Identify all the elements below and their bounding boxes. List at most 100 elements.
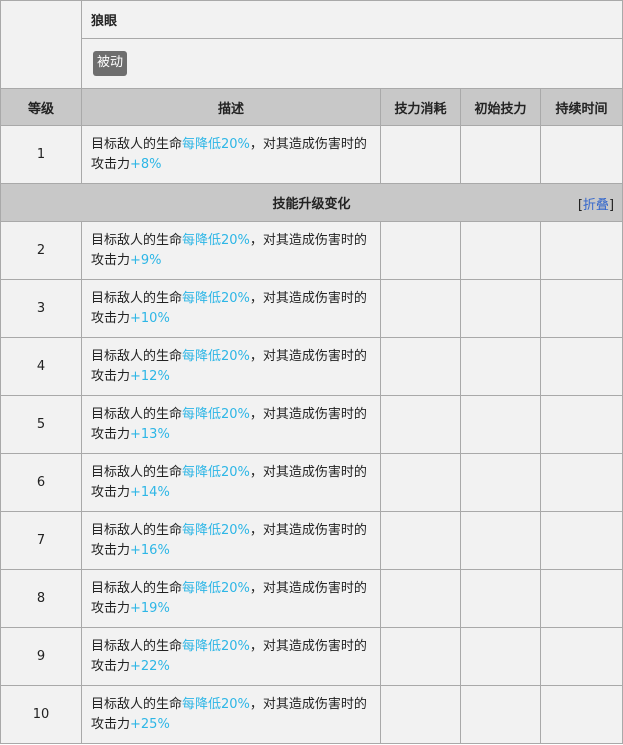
duration-cell bbox=[539, 685, 623, 744]
sp-cost-cell bbox=[380, 395, 461, 454]
desc-text: 目标敌人的生命 bbox=[91, 464, 183, 480]
initial-sp-cell bbox=[460, 337, 541, 396]
table-row: 7 目标敌人的生命每降低20%，对其造成伤害时的攻击力+16% bbox=[0, 511, 623, 570]
desc-highlight: 每降低20% bbox=[182, 464, 250, 480]
description-cell: 目标敌人的生命每降低20%，对其造成伤害时的攻击力+16% bbox=[81, 511, 381, 570]
table-row: 2 目标敌人的生命每降低20%，对其造成伤害时的攻击力+9% bbox=[0, 221, 623, 280]
description-cell: 目标敌人的生命每降低20%，对其造成伤害时的攻击力+19% bbox=[81, 569, 381, 628]
sp-cost-cell bbox=[380, 569, 461, 628]
duration-cell bbox=[539, 453, 623, 512]
table-row: 1 目标敌人的生命每降低20%，对其造成伤害时的攻击力+8% bbox=[0, 125, 623, 184]
table-row: 5 目标敌人的生命每降低20%，对其造成伤害时的攻击力+13% bbox=[0, 395, 623, 454]
initial-sp-cell bbox=[460, 627, 541, 686]
description-cell: 目标敌人的生命每降低20%，对其造成伤害时的攻击力+12% bbox=[81, 337, 381, 396]
level-cell: 10 bbox=[0, 685, 82, 744]
desc-highlight: 每降低20% bbox=[182, 638, 250, 654]
initial-sp-cell bbox=[460, 221, 541, 280]
level-cell: 1 bbox=[0, 125, 82, 184]
desc-text: 目标敌人的生命 bbox=[91, 638, 183, 654]
duration-cell bbox=[539, 125, 623, 184]
duration-cell bbox=[539, 279, 623, 338]
table-row: 6 目标敌人的生命每降低20%，对其造成伤害时的攻击力+14% bbox=[0, 453, 623, 512]
initial-sp-cell bbox=[460, 569, 541, 628]
desc-highlight: 每降低20% bbox=[182, 522, 250, 538]
desc-bonus: +19% bbox=[130, 600, 170, 616]
level-cell: 8 bbox=[0, 569, 82, 628]
desc-bonus: +9% bbox=[130, 252, 162, 268]
bracket-close: ] bbox=[608, 198, 615, 213]
level-cell: 3 bbox=[0, 279, 82, 338]
duration-cell bbox=[539, 337, 623, 396]
header-sp-cost: 技力消耗 bbox=[380, 88, 461, 126]
desc-highlight: 每降低20% bbox=[182, 348, 250, 364]
desc-bonus: +16% bbox=[130, 542, 170, 558]
description-cell: 目标敌人的生命每降低20%，对其造成伤害时的攻击力+14% bbox=[81, 453, 381, 512]
table-row: 4 目标敌人的生命每降低20%，对其造成伤害时的攻击力+12% bbox=[0, 337, 623, 396]
duration-cell bbox=[539, 221, 623, 280]
level-cell: 2 bbox=[0, 221, 82, 280]
description-cell: 目标敌人的生命每降低20%，对其造成伤害时的攻击力+10% bbox=[81, 279, 381, 338]
sp-cost-cell bbox=[380, 685, 461, 744]
description-cell: 目标敌人的生命每降低20%，对其造成伤害时的攻击力+25% bbox=[81, 685, 381, 744]
table-header-row: 等级 描述 技力消耗 初始技力 持续时间 bbox=[0, 88, 623, 126]
skill-tag-row: 被动 bbox=[1, 38, 623, 89]
sp-cost-cell bbox=[380, 511, 461, 570]
description-cell: 目标敌人的生命每降低20%，对其造成伤害时的攻击力+9% bbox=[81, 221, 381, 280]
duration-cell bbox=[539, 395, 623, 454]
fold-link[interactable]: 折叠 bbox=[583, 198, 609, 213]
sp-cost-cell bbox=[380, 125, 461, 184]
header-level: 等级 bbox=[0, 88, 82, 126]
level-cell: 5 bbox=[0, 395, 82, 454]
desc-bonus: +25% bbox=[130, 716, 170, 732]
description-cell: 目标敌人的生命每降低20%，对其造成伤害时的攻击力+22% bbox=[81, 627, 381, 686]
level-cell: 4 bbox=[0, 337, 82, 396]
initial-sp-cell bbox=[460, 453, 541, 512]
desc-bonus: +22% bbox=[130, 658, 170, 674]
table-row: 8 目标敌人的生命每降低20%，对其造成伤害时的攻击力+19% bbox=[0, 569, 623, 628]
skill-name: 狼眼 bbox=[80, 0, 623, 39]
level-cell: 6 bbox=[0, 453, 82, 512]
desc-highlight: 每降低20% bbox=[182, 136, 250, 152]
desc-text: 目标敌人的生命 bbox=[91, 348, 183, 364]
upgrade-title: 技能升级变化 bbox=[272, 197, 351, 212]
skill-type-badge: 被动 bbox=[93, 51, 128, 76]
level-cell: 7 bbox=[0, 511, 82, 570]
level-cell: 9 bbox=[0, 627, 82, 686]
initial-sp-cell bbox=[460, 395, 541, 454]
desc-highlight: 每降低20% bbox=[182, 696, 250, 712]
table-row: 10 目标敌人的生命每降低20%，对其造成伤害时的攻击力+25% bbox=[0, 685, 623, 744]
table-row: 9 目标敌人的生命每降低20%，对其造成伤害时的攻击力+22% bbox=[0, 627, 623, 686]
description-cell: 目标敌人的生命每降低20%，对其造成伤害时的攻击力+13% bbox=[81, 395, 381, 454]
skill-table: 狼眼 被动 等级 描述 技力消耗 初始技力 持续时间 1 目标敌人的生命每降低20… bbox=[0, 0, 623, 744]
header-duration: 持续时间 bbox=[539, 88, 623, 126]
desc-text: 目标敌人的生命 bbox=[91, 136, 183, 152]
sp-cost-cell bbox=[380, 627, 461, 686]
skill-icon-cell bbox=[0, 0, 82, 89]
desc-highlight: 每降低20% bbox=[182, 580, 250, 596]
header-description: 描述 bbox=[81, 88, 381, 126]
desc-text: 目标敌人的生命 bbox=[91, 696, 183, 712]
initial-sp-cell bbox=[460, 279, 541, 338]
fold-toggle: [折叠] bbox=[578, 194, 614, 213]
desc-bonus: +13% bbox=[130, 426, 170, 442]
initial-sp-cell bbox=[460, 511, 541, 570]
skill-name-row: 狼眼 bbox=[0, 0, 623, 89]
table-row: 3 目标敌人的生命每降低20%，对其造成伤害时的攻击力+10% bbox=[0, 279, 623, 338]
sp-cost-cell bbox=[380, 279, 461, 338]
sp-cost-cell bbox=[380, 221, 461, 280]
sp-cost-cell bbox=[380, 337, 461, 396]
duration-cell bbox=[539, 569, 623, 628]
upgrade-section-header: 技能升级变化 [折叠] bbox=[0, 183, 623, 222]
desc-text: 目标敌人的生命 bbox=[91, 580, 183, 596]
header-initial-sp: 初始技力 bbox=[460, 88, 541, 126]
desc-highlight: 每降低20% bbox=[182, 232, 250, 248]
desc-text: 目标敌人的生命 bbox=[91, 406, 183, 422]
desc-highlight: 每降低20% bbox=[182, 290, 250, 306]
sp-cost-cell bbox=[380, 453, 461, 512]
desc-text: 目标敌人的生命 bbox=[91, 232, 183, 248]
duration-cell bbox=[539, 627, 623, 686]
description-cell: 目标敌人的生命每降低20%，对其造成伤害时的攻击力+8% bbox=[81, 125, 381, 184]
desc-highlight: 每降低20% bbox=[182, 406, 250, 422]
desc-bonus: +14% bbox=[130, 484, 170, 500]
desc-bonus: +10% bbox=[130, 310, 170, 326]
